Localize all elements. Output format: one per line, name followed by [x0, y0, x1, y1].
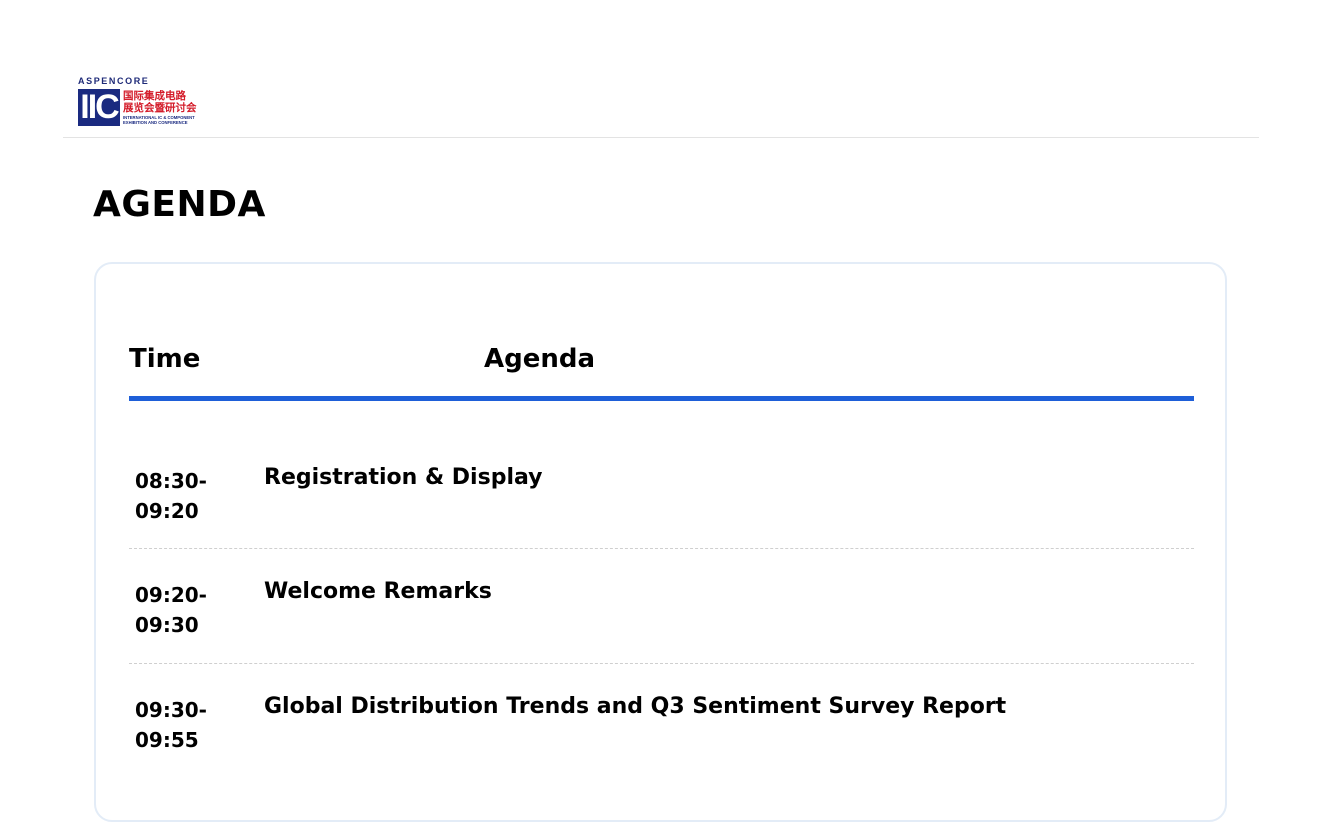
column-header-time: Time — [129, 344, 201, 374]
row-divider — [129, 663, 1194, 664]
logo-chinese-text: 国际集成电路 展览会暨研讨会 — [123, 90, 197, 114]
time-end: 09:30 — [135, 613, 199, 637]
logo-mark: IIC — [78, 89, 120, 126]
row-divider — [129, 548, 1194, 549]
logo-cn-line1: 国际集成电路 — [123, 90, 186, 102]
site-header: ASPENCORE IIC 国际集成电路 展览会暨研讨会 INTERNATION… — [63, 0, 1259, 138]
table-row: 08:30- 09:20 Registration & Display — [129, 465, 1194, 581]
iic-logo[interactable]: ASPENCORE IIC 国际集成电路 展览会暨研讨会 INTERNATION… — [78, 76, 248, 130]
table-row: 09:30- 09:55 Global Distribution Trends … — [129, 694, 1194, 810]
logo-cn-line2: 展览会暨研讨会 — [123, 102, 197, 114]
logo-en-line2: EXHIBITION AND CONFERENCE — [123, 120, 188, 125]
row-topic: Global Distribution Trends and Q3 Sentim… — [264, 694, 1007, 719]
page-title: AGENDA — [93, 184, 266, 225]
time-start: 09:30- — [135, 698, 207, 722]
row-time: 09:30- 09:55 — [135, 695, 245, 755]
row-time: 08:30- 09:20 — [135, 466, 245, 526]
row-topic: Registration & Display — [264, 465, 543, 490]
time-start: 08:30- — [135, 469, 207, 493]
row-topic: Welcome Remarks — [264, 579, 492, 604]
table-row: 09:20- 09:30 Welcome Remarks — [129, 579, 1194, 695]
logo-brand-text: ASPENCORE — [78, 76, 150, 86]
header-rule — [129, 396, 1194, 401]
time-end: 09:20 — [135, 499, 199, 523]
time-end: 09:55 — [135, 728, 199, 752]
column-header-agenda: Agenda — [484, 344, 596, 374]
time-start: 09:20- — [135, 583, 207, 607]
row-time: 09:20- 09:30 — [135, 580, 245, 640]
logo-english-text: INTERNATIONAL IC & COMPONENT EXHIBITION … — [123, 115, 195, 125]
